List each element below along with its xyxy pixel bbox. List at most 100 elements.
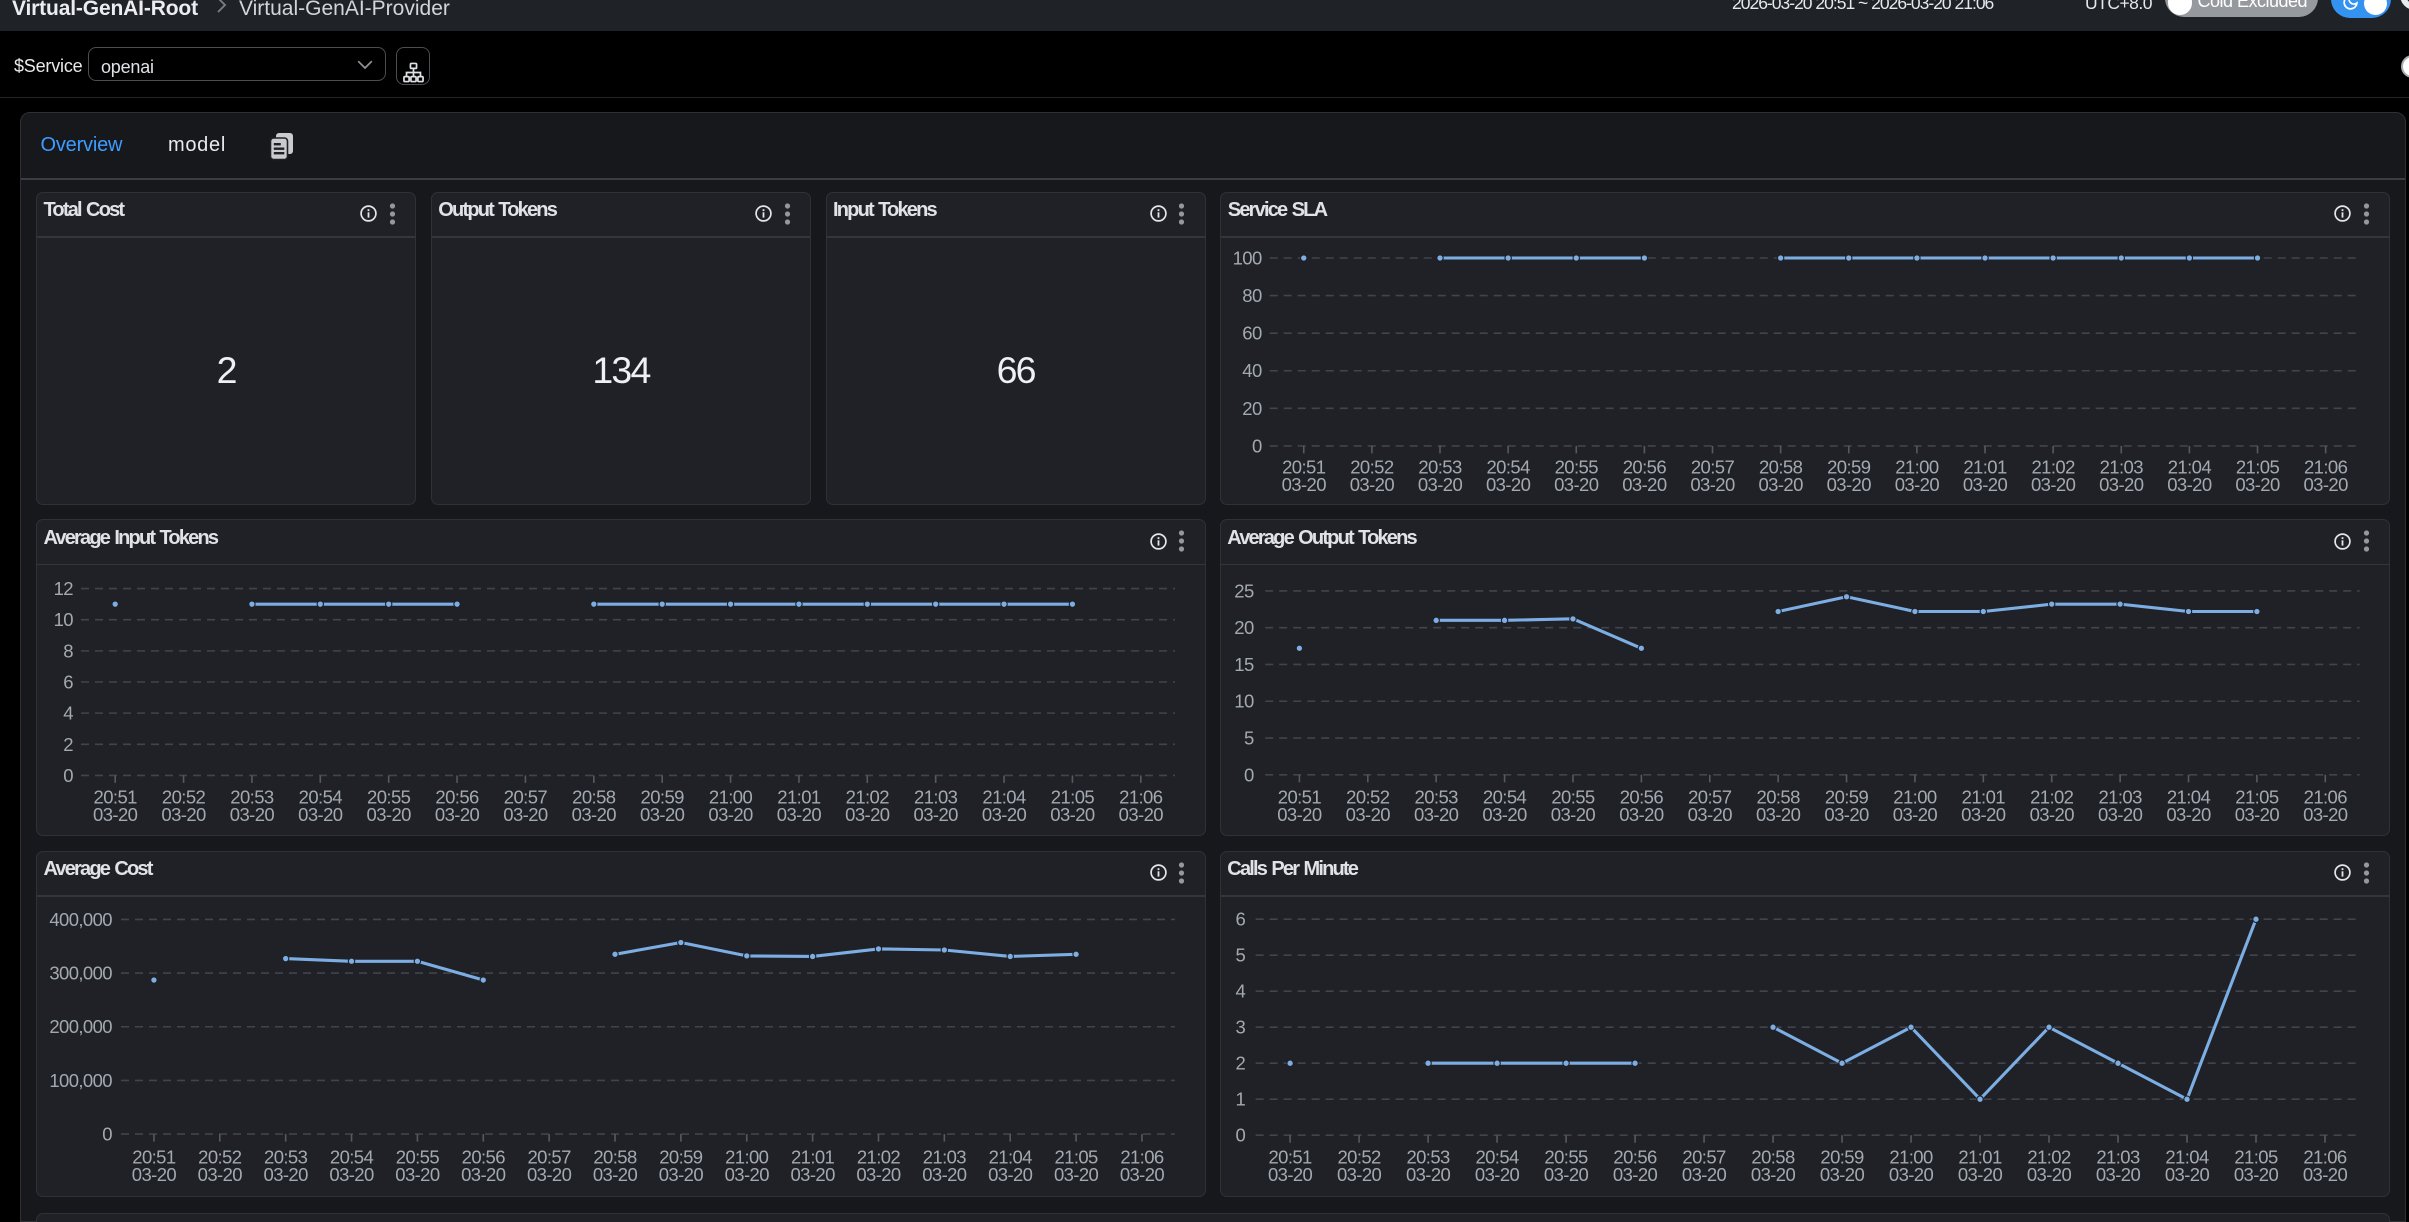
svg-text:03-20: 03-20 bbox=[922, 1163, 967, 1184]
svg-text:100: 100 bbox=[1233, 247, 1262, 268]
svg-text:03-20: 03-20 bbox=[1759, 473, 1804, 494]
svg-text:03-20: 03-20 bbox=[1268, 1163, 1313, 1184]
svg-text:03-20: 03-20 bbox=[1475, 1163, 1520, 1184]
svg-text:03-20: 03-20 bbox=[1054, 1163, 1099, 1184]
svg-text:03-20: 03-20 bbox=[659, 1163, 704, 1184]
svg-text:03-20: 03-20 bbox=[1120, 1163, 1165, 1184]
svg-text:200,000: 200,000 bbox=[49, 1016, 112, 1037]
svg-text:03-20: 03-20 bbox=[1345, 804, 1390, 825]
svg-text:03-20: 03-20 bbox=[1414, 804, 1459, 825]
svg-text:4: 4 bbox=[1235, 980, 1245, 1001]
svg-text:60: 60 bbox=[1243, 322, 1263, 343]
svg-text:20: 20 bbox=[1234, 617, 1254, 638]
svg-text:03-20: 03-20 bbox=[1961, 804, 2006, 825]
svg-text:03-20: 03-20 bbox=[503, 804, 548, 825]
svg-text:03-20: 03-20 bbox=[461, 1163, 506, 1184]
svg-text:0: 0 bbox=[1244, 764, 1254, 785]
svg-text:03-20: 03-20 bbox=[2235, 804, 2280, 825]
svg-text:03-20: 03-20 bbox=[527, 1163, 572, 1184]
svg-text:03-20: 03-20 bbox=[93, 804, 138, 825]
svg-text:03-20: 03-20 bbox=[1691, 473, 1736, 494]
svg-text:03-20: 03-20 bbox=[1050, 804, 1095, 825]
svg-text:03-20: 03-20 bbox=[395, 1163, 440, 1184]
svg-text:03-20: 03-20 bbox=[2029, 804, 2074, 825]
svg-text:03-20: 03-20 bbox=[1544, 1163, 1589, 1184]
svg-text:03-20: 03-20 bbox=[1889, 1163, 1934, 1184]
svg-text:03-20: 03-20 bbox=[1613, 1163, 1658, 1184]
svg-text:6: 6 bbox=[63, 672, 73, 693]
svg-text:03-20: 03-20 bbox=[1893, 804, 1938, 825]
svg-text:10: 10 bbox=[54, 609, 74, 630]
svg-text:03-20: 03-20 bbox=[264, 1163, 309, 1184]
svg-text:5: 5 bbox=[1244, 728, 1254, 749]
svg-text:03-20: 03-20 bbox=[2027, 1163, 2072, 1184]
svg-text:03-20: 03-20 bbox=[2303, 804, 2348, 825]
svg-text:03-20: 03-20 bbox=[2234, 1163, 2279, 1184]
svg-text:03-20: 03-20 bbox=[1554, 473, 1599, 494]
svg-text:10: 10 bbox=[1234, 691, 1254, 712]
svg-text:03-20: 03-20 bbox=[329, 1163, 374, 1184]
svg-text:03-20: 03-20 bbox=[198, 1163, 243, 1184]
svg-text:03-20: 03-20 bbox=[1406, 1163, 1451, 1184]
svg-text:03-20: 03-20 bbox=[1119, 804, 1164, 825]
svg-text:03-20: 03-20 bbox=[367, 804, 412, 825]
svg-text:03-20: 03-20 bbox=[725, 1163, 770, 1184]
svg-text:03-20: 03-20 bbox=[1277, 804, 1322, 825]
svg-text:0: 0 bbox=[1235, 1124, 1245, 1145]
svg-text:03-20: 03-20 bbox=[914, 804, 959, 825]
svg-text:03-20: 03-20 bbox=[435, 804, 480, 825]
svg-text:03-20: 03-20 bbox=[1820, 1163, 1865, 1184]
svg-text:03-20: 03-20 bbox=[2165, 1163, 2210, 1184]
svg-text:20: 20 bbox=[1243, 397, 1263, 418]
svg-text:03-20: 03-20 bbox=[1619, 804, 1664, 825]
svg-text:400,000: 400,000 bbox=[49, 908, 112, 929]
svg-text:03-20: 03-20 bbox=[1682, 1163, 1727, 1184]
svg-text:03-20: 03-20 bbox=[1623, 473, 1668, 494]
svg-text:300,000: 300,000 bbox=[49, 962, 112, 983]
svg-text:03-20: 03-20 bbox=[640, 804, 685, 825]
svg-text:8: 8 bbox=[63, 640, 73, 661]
svg-text:03-20: 03-20 bbox=[2031, 473, 2076, 494]
svg-text:03-20: 03-20 bbox=[572, 804, 617, 825]
svg-text:03-20: 03-20 bbox=[1482, 804, 1527, 825]
svg-text:03-20: 03-20 bbox=[298, 804, 343, 825]
svg-text:12: 12 bbox=[54, 578, 74, 599]
svg-text:100,000: 100,000 bbox=[49, 1069, 112, 1090]
svg-text:03-20: 03-20 bbox=[1958, 1163, 2003, 1184]
svg-text:03-20: 03-20 bbox=[982, 804, 1027, 825]
svg-text:03-20: 03-20 bbox=[1756, 804, 1801, 825]
svg-text:15: 15 bbox=[1234, 654, 1254, 675]
svg-text:5: 5 bbox=[1235, 944, 1245, 965]
svg-text:4: 4 bbox=[63, 703, 73, 724]
svg-text:0: 0 bbox=[1252, 435, 1262, 456]
svg-text:03-20: 03-20 bbox=[2098, 804, 2143, 825]
svg-text:03-20: 03-20 bbox=[1824, 804, 1869, 825]
svg-text:03-20: 03-20 bbox=[708, 804, 753, 825]
svg-text:03-20: 03-20 bbox=[1350, 473, 1395, 494]
svg-text:03-20: 03-20 bbox=[2304, 473, 2349, 494]
svg-text:03-20: 03-20 bbox=[845, 804, 890, 825]
svg-text:0: 0 bbox=[63, 765, 73, 786]
svg-text:2: 2 bbox=[63, 734, 73, 755]
svg-text:03-20: 03-20 bbox=[2168, 473, 2213, 494]
svg-text:03-20: 03-20 bbox=[1687, 804, 1732, 825]
svg-text:03-20: 03-20 bbox=[856, 1163, 901, 1184]
svg-text:03-20: 03-20 bbox=[790, 1163, 835, 1184]
svg-text:03-20: 03-20 bbox=[2236, 473, 2281, 494]
svg-text:03-20: 03-20 bbox=[593, 1163, 638, 1184]
svg-text:03-20: 03-20 bbox=[988, 1163, 1033, 1184]
svg-text:1: 1 bbox=[1235, 1088, 1245, 1109]
svg-text:03-20: 03-20 bbox=[1827, 473, 1872, 494]
svg-text:3: 3 bbox=[1235, 1016, 1245, 1037]
svg-text:03-20: 03-20 bbox=[1751, 1163, 1796, 1184]
svg-text:80: 80 bbox=[1243, 285, 1263, 306]
svg-text:03-20: 03-20 bbox=[1337, 1163, 1382, 1184]
svg-text:03-20: 03-20 bbox=[1486, 473, 1531, 494]
svg-text:03-20: 03-20 bbox=[2096, 1163, 2141, 1184]
svg-text:0: 0 bbox=[102, 1123, 112, 1144]
svg-text:03-20: 03-20 bbox=[1895, 473, 1940, 494]
svg-text:03-20: 03-20 bbox=[132, 1163, 177, 1184]
svg-text:25: 25 bbox=[1234, 580, 1254, 601]
svg-text:2: 2 bbox=[1235, 1052, 1245, 1073]
svg-text:03-20: 03-20 bbox=[2166, 804, 2211, 825]
